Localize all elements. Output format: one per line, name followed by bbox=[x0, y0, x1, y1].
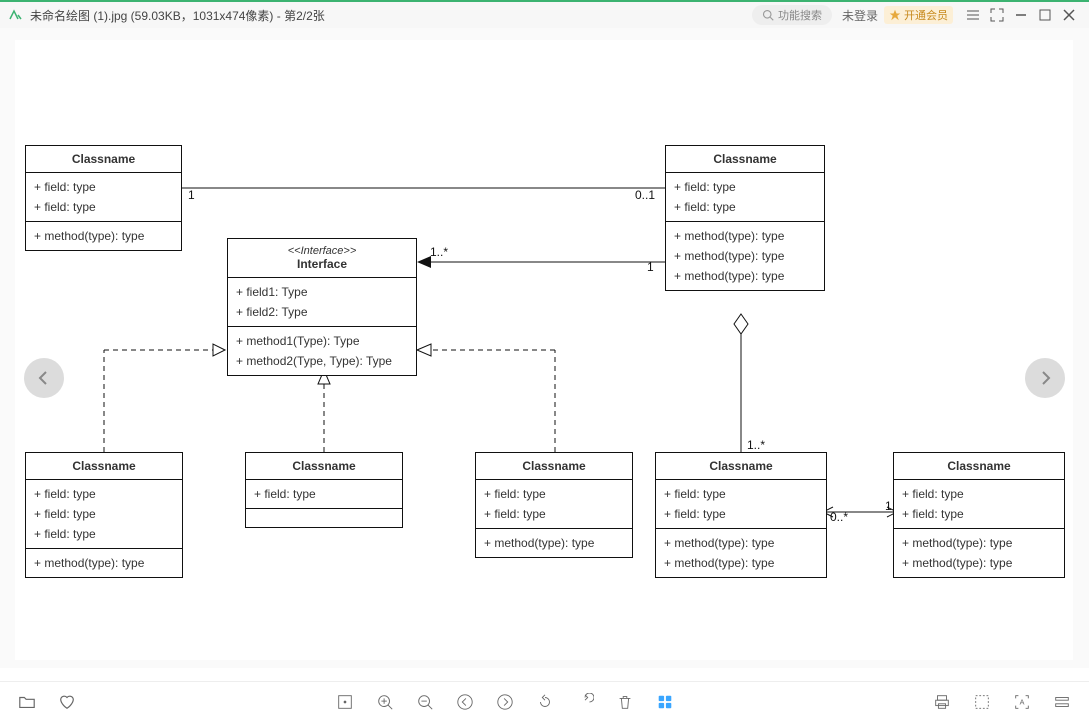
open-folder-button[interactable] bbox=[18, 693, 36, 711]
apps-button[interactable] bbox=[656, 693, 674, 711]
multiplicity: 0..1 bbox=[635, 188, 655, 202]
class-c4: Classname + field: type+ field: type+ fi… bbox=[25, 452, 183, 578]
multiplicity: 1 bbox=[647, 260, 654, 274]
fit-button[interactable] bbox=[336, 693, 354, 711]
class-c1: Classname + field: type+ field: type + m… bbox=[25, 145, 182, 251]
image-canvas[interactable]: 1 0..1 1..* 1 1..* 0..* 1 Classname + fi… bbox=[15, 40, 1073, 660]
ocr-button[interactable]: A bbox=[1013, 693, 1031, 711]
rotate-left-button[interactable] bbox=[536, 693, 554, 711]
minimize-button[interactable] bbox=[1009, 3, 1033, 27]
class-name: Classname bbox=[246, 453, 402, 480]
vip-badge[interactable]: 开通会员 bbox=[884, 6, 953, 24]
interface-c3: <<Interface>>Interface + field1: Type+ f… bbox=[227, 238, 417, 376]
app-icon bbox=[8, 7, 24, 23]
rotate-right-button[interactable] bbox=[576, 693, 594, 711]
fullscreen-button[interactable] bbox=[985, 3, 1009, 27]
class-name: <<Interface>>Interface bbox=[228, 239, 416, 278]
close-button[interactable] bbox=[1057, 3, 1081, 27]
print-button[interactable] bbox=[933, 693, 951, 711]
class-name: Classname bbox=[26, 453, 182, 480]
class-name: Classname bbox=[476, 453, 632, 480]
zoom-out-button[interactable] bbox=[416, 693, 434, 711]
multiplicity: 1..* bbox=[747, 438, 765, 452]
next-button[interactable] bbox=[496, 693, 514, 711]
multiplicity: 0..* bbox=[830, 510, 848, 524]
prev-button[interactable] bbox=[456, 693, 474, 711]
search-icon bbox=[762, 9, 774, 21]
chevron-left-icon bbox=[36, 370, 52, 386]
class-name: Classname bbox=[666, 146, 824, 173]
next-image-button[interactable] bbox=[1025, 358, 1065, 398]
login-text[interactable]: 未登录 bbox=[842, 7, 878, 24]
class-c2: Classname + field: type+ field: type + m… bbox=[665, 145, 825, 291]
zoom-in-button[interactable] bbox=[376, 693, 394, 711]
more-button[interactable] bbox=[1053, 693, 1071, 711]
search-box[interactable]: 功能搜索 bbox=[752, 5, 832, 25]
delete-button[interactable] bbox=[616, 693, 634, 711]
actual-size-button[interactable] bbox=[973, 693, 991, 711]
menu-button[interactable] bbox=[961, 3, 985, 27]
prev-image-button[interactable] bbox=[24, 358, 64, 398]
multiplicity: 1 bbox=[885, 499, 892, 513]
class-name: Classname bbox=[26, 146, 181, 173]
multiplicity: 1..* bbox=[430, 245, 448, 259]
chevron-right-icon bbox=[1037, 370, 1053, 386]
class-c5: Classname + field: type bbox=[245, 452, 403, 528]
class-name: Classname bbox=[894, 453, 1064, 480]
search-placeholder: 功能搜索 bbox=[778, 7, 822, 23]
canvas-area: 1 0..1 1..* 1 1..* 0..* 1 Classname + fi… bbox=[0, 28, 1089, 668]
window-title: 未命名绘图 (1).jpg (59.03KB，1031x474像素) - 第2/… bbox=[30, 7, 325, 24]
class-name: Classname bbox=[656, 453, 826, 480]
multiplicity: 1 bbox=[188, 188, 195, 202]
class-c6: Classname + field: type+ field: type + m… bbox=[475, 452, 633, 558]
maximize-button[interactable] bbox=[1033, 3, 1057, 27]
vip-icon bbox=[889, 9, 901, 21]
bottom-toolbar: A bbox=[0, 681, 1089, 721]
favorite-button[interactable] bbox=[58, 693, 76, 711]
svg-text:A: A bbox=[1020, 697, 1025, 706]
class-c8: Classname + field: type+ field: type + m… bbox=[893, 452, 1065, 578]
class-c7: Classname + field: type+ field: type + m… bbox=[655, 452, 827, 578]
titlebar: 未命名绘图 (1).jpg (59.03KB，1031x474像素) - 第2/… bbox=[0, 0, 1089, 28]
